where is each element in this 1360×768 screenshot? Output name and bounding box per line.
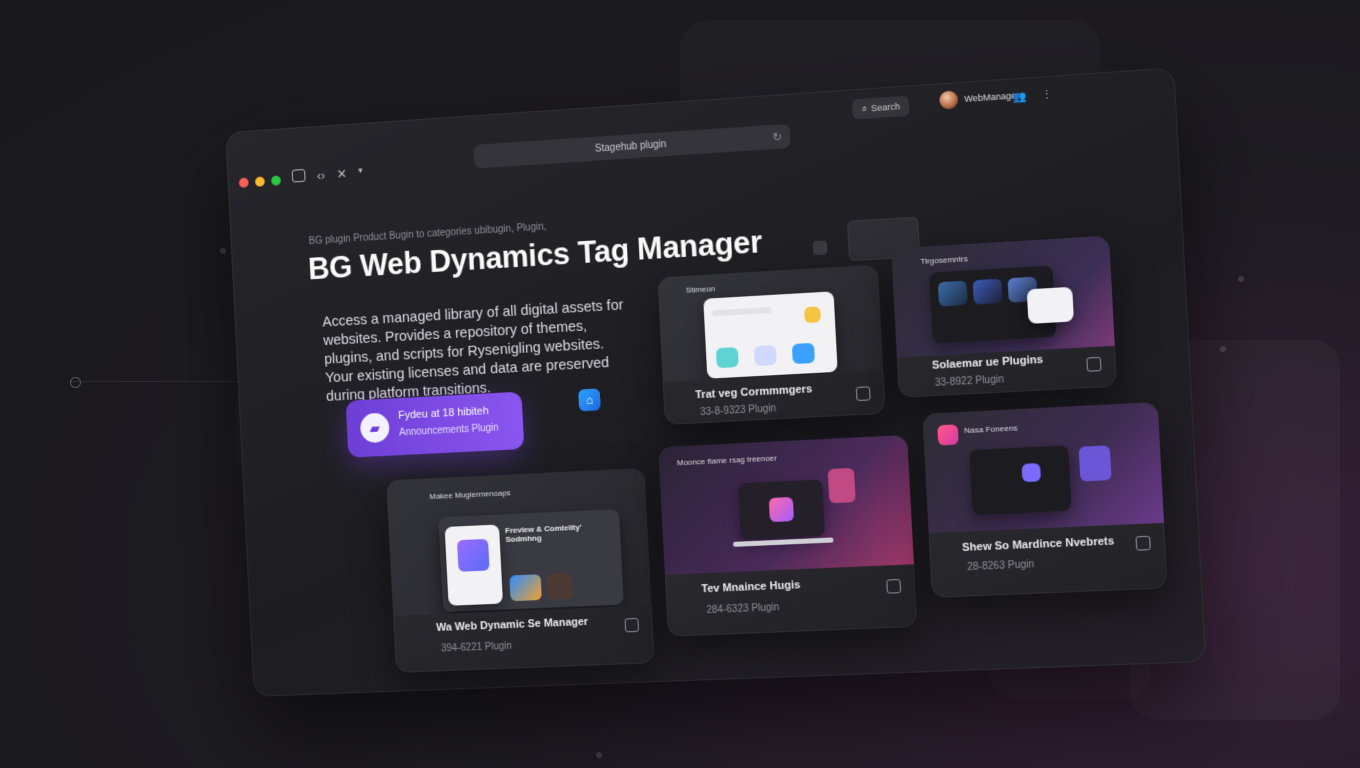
popup-card <box>1026 286 1074 324</box>
thumbnail-title: Stimeon <box>685 284 716 295</box>
nav-controls: ▢ ‹› ✕ ▾ <box>291 165 364 185</box>
decor-tile <box>1078 445 1112 482</box>
card-thumbnail: Moonce fiame rsag treenoer <box>658 434 914 575</box>
top-icons: 👥 ⋮ <box>1012 88 1053 104</box>
calendar-icon[interactable] <box>624 617 640 633</box>
preview-window <box>969 445 1072 515</box>
preview-tile <box>972 278 1003 305</box>
card-meta: 33-8-9323 Plugin <box>699 403 777 419</box>
plugin-card[interactable]: Nasa Foneens Shew So Mardince Nvebrets 2… <box>922 401 1168 598</box>
url-text: Stagehub plugin <box>594 138 667 155</box>
background-dot <box>220 248 226 254</box>
background-dot <box>1238 276 1244 282</box>
connector-node-icon <box>812 240 828 256</box>
users-icon[interactable]: 👥 <box>1012 90 1027 104</box>
close-button[interactable] <box>238 177 249 188</box>
avatar <box>939 90 959 110</box>
preview-tile <box>456 538 490 572</box>
preview-tile <box>509 574 542 602</box>
app-store-icon[interactable]: ⌂ <box>578 388 601 412</box>
user-menu[interactable]: WebManager <box>939 86 1020 110</box>
browser-scene: ▢ ‹› ✕ ▾ Stagehub plugin ↻ ⌕ Search WebM… <box>225 67 1207 697</box>
thumbnail-title: Moonce fiame rsag treenoer <box>676 453 777 468</box>
preview-tile <box>546 572 574 600</box>
plugin-card[interactable]: Moonce fiame rsag treenoer Tev Mnaince H… <box>658 434 918 637</box>
card-meta: 28-8263 Pugin <box>967 559 1035 574</box>
cta-title: Fydeu at 18 hibiteh <box>397 405 490 422</box>
card-title: Solaemar ue Plugins <box>931 353 1044 372</box>
card-thumbnail: Nasa Foneens <box>922 401 1165 534</box>
background-dot <box>1220 346 1226 352</box>
search-button[interactable]: ⌕ Search <box>852 95 910 120</box>
preview-tile <box>937 280 968 307</box>
more-icon[interactable]: ⋮ <box>1041 88 1053 102</box>
window-controls <box>238 175 282 188</box>
close-tab-icon[interactable]: ✕ <box>336 166 347 182</box>
preview-tile <box>753 344 777 367</box>
background-dot <box>70 377 81 388</box>
minimize-button[interactable] <box>254 176 265 187</box>
background-line <box>68 381 238 382</box>
background-dot <box>596 752 602 758</box>
preview-tile <box>804 306 821 324</box>
card-title: Wa Web Dynamic Se Manager <box>435 615 589 634</box>
music-icon <box>768 496 795 523</box>
preview-tile <box>1021 463 1042 483</box>
thumbnail-title: Nasa Foneens <box>963 423 1018 436</box>
calendar-icon[interactable] <box>1086 356 1102 372</box>
announcement-icon: ▰ <box>359 412 390 444</box>
back-icon[interactable]: ‹› <box>316 168 325 184</box>
calendar-icon[interactable] <box>886 578 902 594</box>
plugin-card[interactable]: Tirgosemntrs Solaemar ue Plugins 33-8922… <box>891 235 1118 398</box>
card-meta: 394-6221 Plugin <box>440 640 513 655</box>
search-icon: ⌕ <box>861 103 868 114</box>
preview-tile <box>711 306 773 317</box>
username: WebManager <box>963 90 1020 105</box>
calendar-icon[interactable] <box>1135 535 1151 551</box>
cta-subtitle: Announcements Plugin <box>398 422 499 439</box>
thumbnail-subtitle: Frevlew & Comtelity' Sodmhng <box>504 522 582 544</box>
thumbnail-title: Tirgosemntrs <box>920 254 969 267</box>
preview-tile <box>791 342 816 365</box>
card-thumbnail: Makee Muglermenoaps Frevlew & Comtelity'… <box>386 467 652 616</box>
card-thumbnail: Tirgosemntrs <box>891 235 1115 358</box>
music-app-icon <box>937 424 959 446</box>
announcement-button[interactable]: ▰ Fydeu at 18 hibiteh Announcements Plug… <box>345 391 525 458</box>
preview-window: Frevlew & Comtelity' Sodmhng <box>438 509 624 612</box>
search-label: Search <box>870 101 901 114</box>
calendar-icon[interactable] <box>855 386 871 402</box>
card-title: Shew So Mardince Nvebrets <box>961 535 1115 555</box>
card-meta: 284-6323 Plugin <box>706 602 780 617</box>
browser-window: ▢ ‹› ✕ ▾ Stagehub plugin ↻ ⌕ Search WebM… <box>225 67 1207 697</box>
plugin-card[interactable]: Makee Muglermenoaps Frevlew & Comtelity'… <box>386 467 655 673</box>
address-bar[interactable]: Stagehub plugin ↻ <box>473 123 791 169</box>
preview-tile <box>715 347 739 369</box>
card-thumbnail: Stimeon <box>657 264 884 383</box>
platform-icons: ⌂ <box>578 387 618 412</box>
card-title: Tev Mnaince Hugis <box>701 579 801 596</box>
reload-icon[interactable]: ↻ <box>772 130 782 144</box>
decor-tile <box>827 467 856 504</box>
sidebar-toggle-icon[interactable]: ▢ <box>291 168 306 183</box>
laptop-screen <box>737 479 826 540</box>
preview-window <box>703 291 838 379</box>
preview-phone <box>444 524 503 606</box>
chevron-down-icon[interactable]: ▾ <box>358 165 363 181</box>
card-title: Trat veg Cormmmgers <box>694 383 813 402</box>
plugin-card[interactable]: Stimeon Trat veg Cormmmgers 33-8-9323 Pl… <box>657 264 886 425</box>
thumbnail-title: Makee Muglermenoaps <box>429 488 511 502</box>
card-meta: 33-8922 Plugin <box>934 374 1005 389</box>
maximize-button[interactable] <box>271 175 282 186</box>
